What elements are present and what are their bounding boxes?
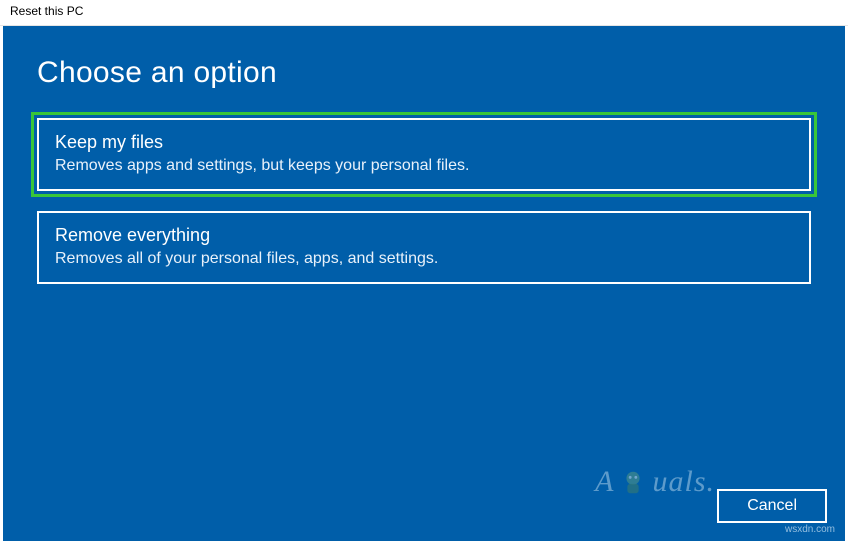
watermark-logo: A uals.	[595, 465, 715, 499]
options-list: Keep my files Removes apps and settings,…	[37, 118, 811, 284]
footer: Cancel	[717, 489, 827, 523]
title-bar: Reset this PC	[0, 0, 848, 26]
watermark-mascot-icon	[618, 467, 648, 497]
page-title: Choose an option	[3, 26, 845, 90]
option-description: Removes apps and settings, but keeps you…	[55, 157, 793, 175]
option-keep-my-files[interactable]: Keep my files Removes apps and settings,…	[37, 118, 811, 191]
cancel-button[interactable]: Cancel	[717, 489, 827, 523]
option-title: Keep my files	[55, 132, 793, 153]
option-description: Removes all of your personal files, apps…	[55, 250, 793, 268]
main-panel: Choose an option Keep my files Removes a…	[3, 26, 845, 541]
option-title: Remove everything	[55, 225, 793, 246]
option-remove-everything[interactable]: Remove everything Removes all of your pe…	[37, 211, 811, 284]
watermark-url: wsxdn.com	[785, 524, 835, 535]
watermark-text-rest: uals.	[652, 465, 715, 499]
window-title: Reset this PC	[10, 4, 83, 18]
watermark-text-a: A	[595, 465, 614, 499]
